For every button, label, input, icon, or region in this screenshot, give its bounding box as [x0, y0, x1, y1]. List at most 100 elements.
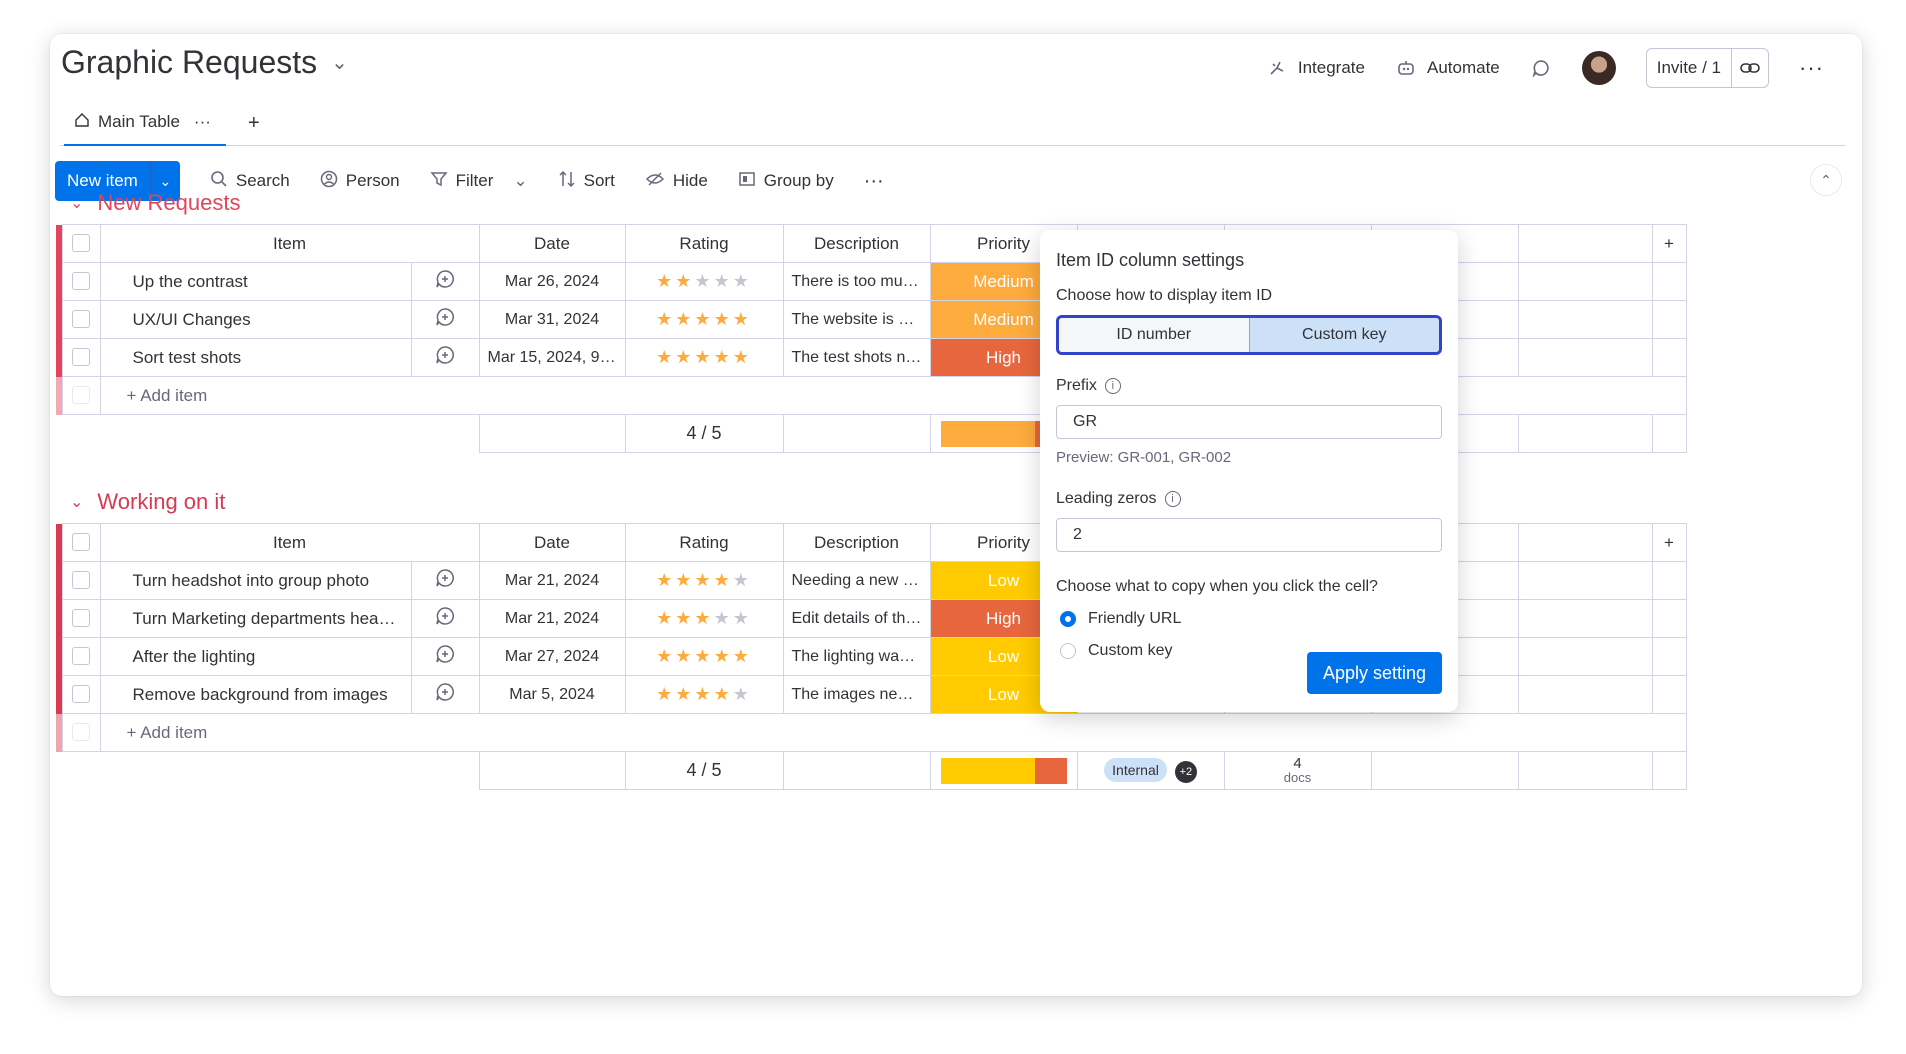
tag-summary[interactable]: Internal +2	[1076, 751, 1225, 790]
hide-button[interactable]: Hide	[645, 171, 708, 192]
star-icon[interactable]: ★	[714, 646, 733, 666]
star-icon[interactable]: ★	[714, 684, 733, 704]
star-icon[interactable]: ★	[675, 309, 694, 329]
chevron-down-icon[interactable]: ⌄	[70, 193, 83, 213]
item-name-cell[interactable]: Turn Marketing departments head of s...	[99, 599, 412, 638]
star-icon[interactable]: ★	[733, 646, 752, 666]
rating-cell[interactable]: ★★★★★	[624, 637, 784, 676]
item-name-cell[interactable]: Turn headshot into group photo	[99, 561, 412, 600]
checkbox[interactable]	[72, 310, 90, 329]
star-icon[interactable]: ★	[733, 684, 752, 704]
row-checkbox-cell[interactable]	[61, 338, 101, 377]
checkbox[interactable]	[72, 685, 90, 704]
automate-button[interactable]: Automate	[1395, 57, 1500, 79]
column-header-item[interactable]: Item	[99, 523, 480, 562]
star-icon[interactable]: ★	[675, 570, 694, 590]
date-cell[interactable]: Mar 31, 2024	[478, 300, 626, 339]
date-cell[interactable]: Mar 21, 2024	[478, 599, 626, 638]
chevron-up-icon[interactable]: ⌃	[1810, 164, 1842, 196]
rating-cell[interactable]: ★★★★★	[624, 561, 784, 600]
row-checkbox-cell[interactable]	[61, 300, 101, 339]
add-view-button[interactable]: +	[248, 112, 260, 135]
description-cell[interactable]: Edit details of the ...	[782, 599, 931, 638]
description-cell[interactable]: The website is goin...	[782, 300, 931, 339]
sort-button[interactable]: Sort	[558, 170, 615, 193]
description-cell[interactable]: The images need to...	[782, 675, 931, 714]
radio-friendly-url[interactable]: Friendly URL	[1056, 610, 1442, 628]
checkbox[interactable]	[72, 234, 90, 253]
star-icon[interactable]: ★	[714, 347, 733, 367]
star-icon[interactable]: ★	[656, 608, 675, 628]
star-icon[interactable]: ★	[694, 608, 713, 628]
checkbox[interactable]	[72, 272, 90, 291]
star-icon[interactable]: ★	[733, 570, 752, 590]
star-icon[interactable]: ★	[656, 684, 675, 704]
date-cell[interactable]: Mar 21, 2024	[478, 561, 626, 600]
checkbox[interactable]	[72, 609, 90, 628]
star-icon[interactable]: ★	[694, 271, 713, 291]
person-filter-button[interactable]: Person	[320, 170, 400, 193]
add-update-icon[interactable]	[410, 338, 480, 377]
leading-zeros-input[interactable]: 2	[1056, 518, 1442, 552]
tab-main-table[interactable]: Main Table ···	[64, 100, 226, 146]
column-header-rating[interactable]: Rating	[624, 224, 784, 263]
description-cell[interactable]: The lighting was to...	[782, 637, 931, 676]
description-cell[interactable]: There is too much e...	[782, 262, 931, 301]
tag-chip[interactable]: Internal	[1104, 758, 1167, 782]
filter-button[interactable]: Filter ⌄	[430, 170, 528, 193]
add-update-icon[interactable]	[410, 675, 480, 714]
radio-button[interactable]	[1060, 643, 1076, 659]
tab-more-icon[interactable]: ···	[194, 112, 211, 132]
star-icon[interactable]: ★	[656, 271, 675, 291]
group-by-button[interactable]: Group by	[738, 170, 834, 193]
rating-cell[interactable]: ★★★★★	[624, 675, 784, 714]
column-header-description[interactable]: Description	[782, 224, 931, 263]
group-title-new-requests[interactable]: ⌄ New Requests	[70, 190, 240, 216]
star-icon[interactable]: ★	[694, 309, 713, 329]
star-icon[interactable]: ★	[714, 271, 733, 291]
column-header-description[interactable]: Description	[782, 523, 931, 562]
column-header-date[interactable]: Date	[478, 224, 626, 263]
checkbox[interactable]	[72, 647, 90, 666]
id-number-option[interactable]: ID number	[1059, 318, 1250, 352]
integrate-button[interactable]: Integrate	[1266, 57, 1365, 79]
board-title[interactable]: Graphic Requests ⌄	[61, 44, 348, 81]
star-icon[interactable]: ★	[675, 608, 694, 628]
add-update-icon[interactable]	[410, 262, 480, 301]
column-header-date[interactable]: Date	[478, 523, 626, 562]
add-update-icon[interactable]	[410, 561, 480, 600]
star-icon[interactable]: ★	[733, 271, 752, 291]
star-icon[interactable]: ★	[733, 347, 752, 367]
group-title-working-on-it[interactable]: ⌄ Working on it	[70, 489, 225, 515]
item-name-cell[interactable]: Remove background from images	[99, 675, 412, 714]
column-header-item[interactable]: Item	[99, 224, 480, 263]
chat-icon[interactable]	[1530, 57, 1552, 79]
avatar[interactable]	[1581, 51, 1616, 85]
chevron-down-icon[interactable]: ⌄	[70, 492, 83, 512]
date-cell[interactable]: Mar 15, 2024, 9:00 ...	[478, 338, 626, 377]
star-icon[interactable]: ★	[656, 347, 675, 367]
rating-cell[interactable]: ★★★★★	[624, 262, 784, 301]
star-icon[interactable]: ★	[714, 608, 733, 628]
star-icon[interactable]: ★	[694, 646, 713, 666]
star-icon[interactable]: ★	[675, 646, 694, 666]
info-icon[interactable]: i	[1104, 378, 1121, 394]
star-icon[interactable]: ★	[656, 570, 675, 590]
link-icon[interactable]	[1731, 49, 1768, 87]
invite-button[interactable]: Invite / 1	[1647, 49, 1731, 87]
more-tags-badge[interactable]: +2	[1174, 761, 1197, 783]
add-column-icon[interactable]: +	[1651, 523, 1687, 562]
checkbox[interactable]	[72, 348, 90, 367]
row-checkbox-cell[interactable]	[61, 262, 101, 301]
prefix-input[interactable]: GR	[1056, 405, 1442, 439]
star-icon[interactable]: ★	[694, 570, 713, 590]
star-icon[interactable]: ★	[733, 608, 752, 628]
item-name-cell[interactable]: Up the contrast	[99, 262, 412, 301]
description-cell[interactable]: Needing a new ima...	[782, 561, 931, 600]
date-cell[interactable]: Mar 26, 2024	[478, 262, 626, 301]
select-all-cell[interactable]	[61, 523, 101, 562]
date-cell[interactable]: Mar 27, 2024	[478, 637, 626, 676]
rating-cell[interactable]: ★★★★★	[624, 599, 784, 638]
star-icon[interactable]: ★	[714, 309, 733, 329]
add-update-icon[interactable]	[410, 300, 480, 339]
